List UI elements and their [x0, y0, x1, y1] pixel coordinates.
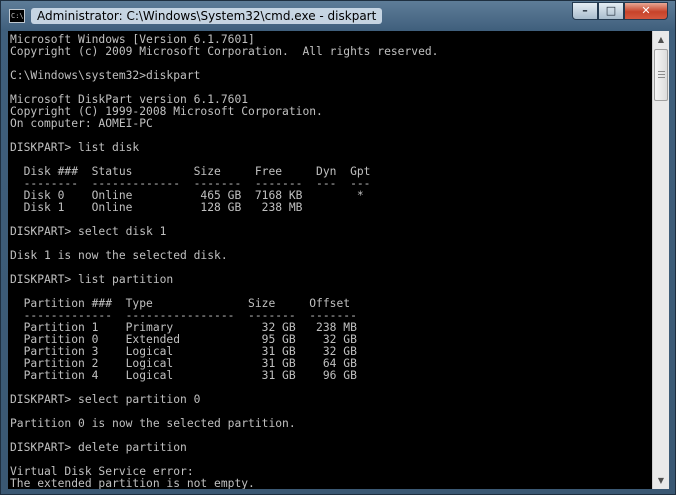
scroll-up-button[interactable]: ▲ [653, 31, 669, 48]
console-line: C:\Windows\system32>diskpart [10, 69, 201, 82]
console-output[interactable]: Microsoft Windows [Version 6.1.7601] Copy… [8, 31, 652, 489]
thumb-grip-line [658, 77, 665, 78]
window-controls: – □ ✕ [572, 2, 668, 20]
vertical-scrollbar[interactable]: ▲ ▼ [652, 31, 669, 489]
console-line: DISKPART> select disk 1 [10, 225, 167, 238]
cmd-prompt-icon[interactable]: C:\ [9, 9, 25, 23]
console-line: Disk 1 Online 128 GB 238 MB [10, 201, 303, 214]
scroll-down-button[interactable]: ▼ [653, 472, 669, 489]
maximize-icon: □ [605, 4, 617, 17]
cmd-window: C:\ Administrator: C:\Windows\System32\c… [0, 0, 676, 495]
console-line: DISKPART> list partition [10, 273, 174, 286]
thumb-grip-line [658, 74, 665, 75]
window-title: Administrator: C:\Windows\System32\cmd.e… [31, 8, 383, 24]
scroll-down-arrow-icon: ▼ [657, 476, 665, 485]
console-line: DISKPART> list disk [10, 141, 140, 154]
scroll-up-arrow-icon: ▲ [657, 35, 665, 44]
console-line: Partition 4 Logical 31 GB 96 GB [10, 369, 357, 382]
console-line: On computer: AOMEI-PC [10, 117, 153, 130]
minimize-button[interactable]: – [572, 2, 598, 20]
title-bar[interactable]: C:\ Administrator: C:\Windows\System32\c… [1, 1, 675, 31]
close-icon: ✕ [641, 4, 651, 17]
console-line: The extended partition is not empty. [10, 477, 255, 490]
maximize-button[interactable]: □ [598, 2, 624, 20]
scroll-thumb[interactable] [654, 49, 668, 101]
console-line: Partition 0 is now the selected partitio… [10, 417, 296, 430]
console-line: DISKPART> select partition 0 [10, 393, 201, 406]
thumb-grip-line [658, 71, 665, 72]
console-line: Disk 1 is now the selected disk. [10, 249, 228, 262]
minimize-icon: – [582, 4, 588, 17]
console-line: Copyright (c) 2009 Microsoft Corporation… [10, 45, 439, 58]
console-line: DISKPART> delete partition [10, 441, 187, 454]
close-button[interactable]: ✕ [624, 2, 668, 20]
